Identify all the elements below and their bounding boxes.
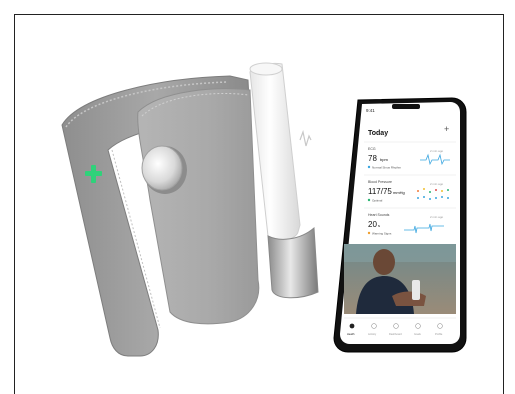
- card-title: Heart Sounds: [368, 213, 390, 217]
- card-tag: Optimal: [372, 199, 383, 203]
- card-value: 78: [368, 154, 377, 163]
- tab-label: Health: [347, 332, 355, 336]
- tab-label: Dashboard: [389, 332, 402, 336]
- card-time: 2 min ago: [430, 182, 444, 186]
- tab-label: Profile: [435, 332, 443, 336]
- tab-label: Activity: [368, 332, 377, 336]
- phone-notch: [392, 104, 420, 109]
- card-title: ECG: [368, 147, 376, 151]
- card-tag: Warning Signs: [372, 232, 392, 236]
- card-title: Blood Pressure: [368, 180, 392, 184]
- card-time: 2 min ago: [430, 215, 444, 219]
- status-time: 9:41: [366, 108, 375, 113]
- card-value: 20: [368, 220, 377, 229]
- cuff-inner-panel: [137, 88, 260, 325]
- card-unit: s: [378, 223, 380, 228]
- card-tag: Normal Sinus Rhythm: [372, 166, 402, 170]
- bp-monitor-tube: [249, 62, 319, 299]
- smartphone: 9:41 Today + ECG 78 bpm Normal Sinus Rhy…: [333, 97, 467, 353]
- card-unit: mmHg: [393, 190, 405, 195]
- screen-title: Today: [368, 130, 388, 137]
- tab-label: Goals: [414, 332, 421, 336]
- card-time: 2 min ago: [430, 149, 444, 153]
- card-unit: bpm: [380, 157, 388, 162]
- product-photo: 9:41 Today + ECG 78 bpm Normal Sinus Rhy…: [61, 62, 467, 357]
- add-icon[interactable]: +: [444, 124, 449, 134]
- card-value: 117/75: [368, 187, 392, 196]
- person-photo: [344, 244, 456, 314]
